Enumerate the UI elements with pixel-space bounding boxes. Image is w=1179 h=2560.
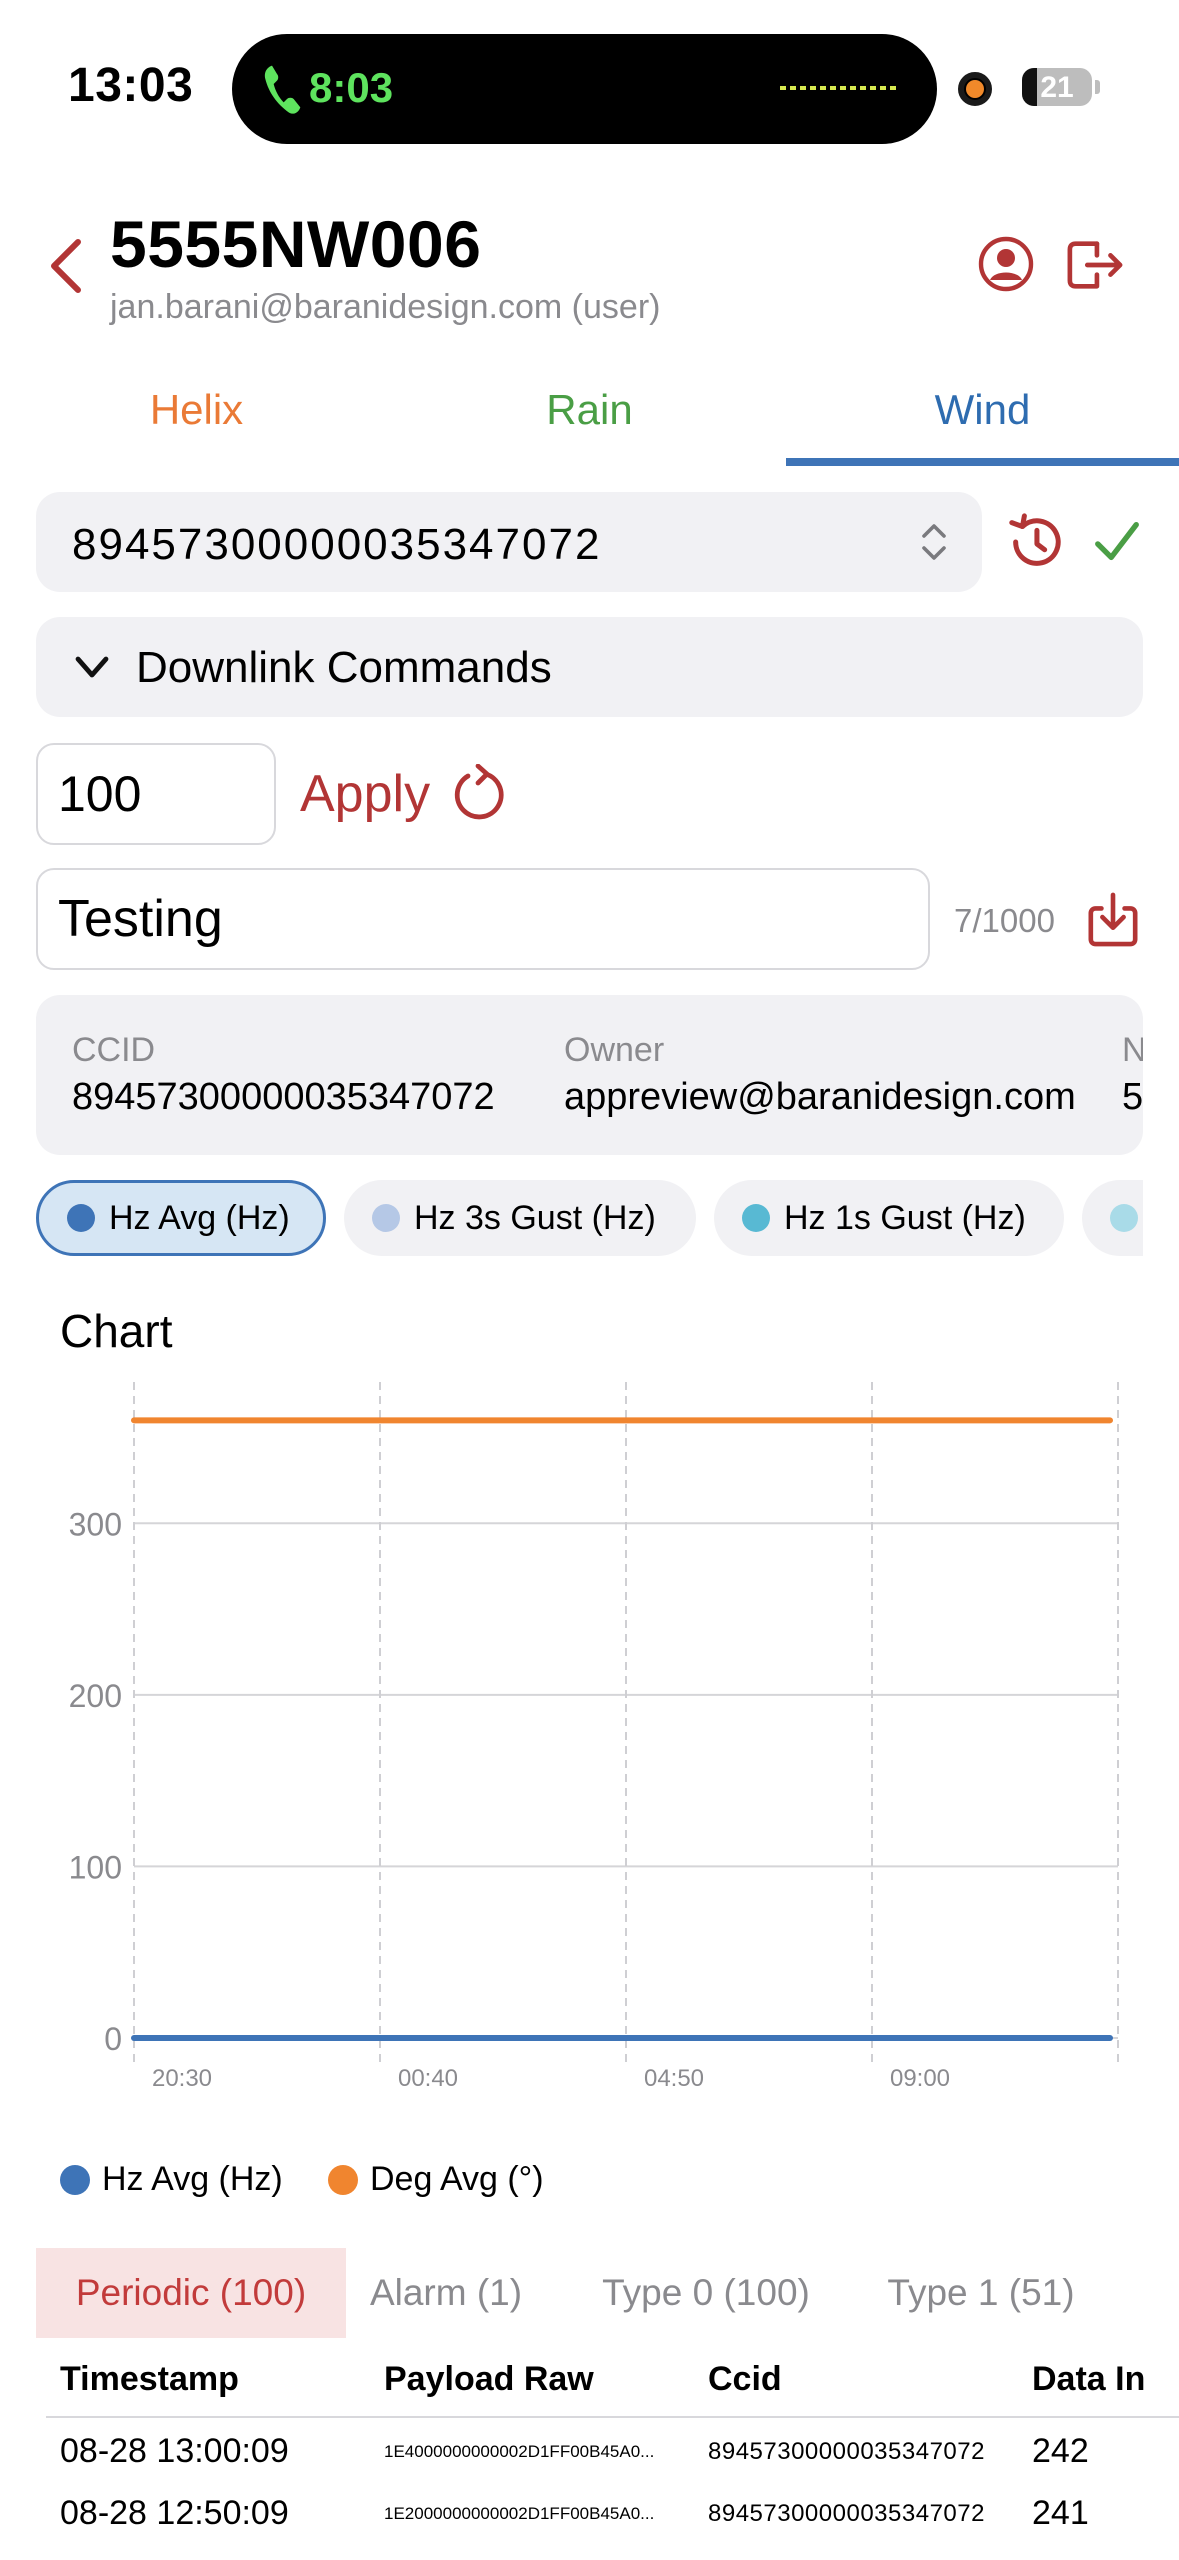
refresh-icon[interactable] — [450, 764, 506, 824]
cell-payload-raw: 1E2000000000002D1FF00B45A0... — [384, 2504, 655, 2523]
x-tick-label: 09:00 — [890, 2065, 950, 2092]
legend-item-hz-avg: Hz Avg (Hz) — [60, 2160, 283, 2199]
page-title: 5555NW006 — [110, 207, 482, 281]
tab-helix[interactable]: Helix — [0, 386, 393, 446]
cell-payload-raw: 1E4000000000002D1FF00B45A0... — [384, 2442, 655, 2461]
cell-ccid: 89457300000035347072 — [708, 2438, 985, 2465]
user-profile-icon[interactable] — [978, 236, 1034, 292]
cell-data-index: 242 — [1032, 2432, 1089, 2470]
camera-indicator-icon — [958, 72, 992, 106]
info-owner: Owner appreview@baranidesign.com — [564, 1031, 1076, 1119]
column-header-ccid[interactable]: Ccid — [708, 2360, 782, 2399]
history-icon[interactable] — [1006, 513, 1064, 571]
legend-item-deg-avg: Deg Avg (°) — [328, 2160, 544, 2199]
x-tick-label: 04:50 — [644, 2065, 704, 2092]
tab-wind[interactable]: Wind — [786, 386, 1179, 446]
y-tick-label: 300 — [69, 1506, 122, 1542]
payload-table: Timestamp Payload Raw Ccid Data In 08-28… — [36, 2360, 1179, 2560]
chip-hz-avg[interactable]: Hz Avg (Hz) — [36, 1180, 326, 1256]
tab-periodic[interactable]: Periodic (100) — [36, 2248, 346, 2338]
chart-title: Chart — [60, 1305, 173, 1357]
downlink-commands-label: Downlink Commands — [136, 643, 552, 692]
payload-type-tabs: Periodic (100) Alarm (1) Type 0 (100) Ty… — [36, 2248, 1179, 2338]
battery-level-text: 21 — [1040, 71, 1074, 104]
chip-more-series[interactable] — [1082, 1180, 1143, 1256]
series-chip-row: Hz Avg (Hz) Hz 3s Gust (Hz) Hz 1s Gust (… — [36, 1180, 1143, 1258]
call-duration: 8:03 — [309, 64, 394, 111]
cell-ccid: 89457300000035347072 — [708, 2500, 985, 2527]
user-subtitle: jan.barani@baranidesign.com (user) — [110, 288, 661, 326]
command-value-input[interactable] — [36, 743, 276, 845]
apply-button[interactable]: Apply — [300, 764, 430, 824]
table-header-divider — [46, 2416, 1179, 2418]
column-header-payload-raw[interactable]: Payload Raw — [384, 2360, 594, 2399]
tab-type-1[interactable]: Type 1 (51) — [856, 2248, 1106, 2338]
x-tick-label: 20:30 — [152, 2065, 212, 2092]
info-ccid: CCID 89457300000035347072 — [72, 1031, 495, 1119]
legend-label: Deg Avg (°) — [370, 2160, 544, 2198]
legend-color-dot — [60, 2164, 90, 2195]
phone-icon — [264, 65, 301, 114]
column-header-timestamp[interactable]: Timestamp — [60, 2360, 239, 2399]
sim-selector-value: 89457300000035347072 — [72, 520, 602, 569]
chip-hz-3s-gust[interactable]: Hz 3s Gust (Hz) — [344, 1180, 696, 1256]
legend-color-dot — [328, 2164, 358, 2195]
chip-label: Hz 1s Gust (Hz) — [784, 1198, 1026, 1237]
column-header-data-index[interactable]: Data In — [1032, 2360, 1145, 2399]
y-tick-label: 100 — [69, 1849, 122, 1885]
chip-hz-1s-gust[interactable]: Hz 1s Gust (Hz) — [714, 1180, 1064, 1256]
legend-label: Hz Avg (Hz) — [102, 2160, 283, 2198]
battery-nub — [1095, 80, 1100, 94]
tab-selected-indicator — [786, 458, 1179, 466]
tab-alarm[interactable]: Alarm (1) — [346, 2248, 546, 2338]
status-time: 13:03 — [68, 59, 194, 112]
info-owner-label: Owner — [564, 1031, 665, 1069]
chevron-down-icon — [75, 656, 109, 678]
x-tick-label: 00:40 — [398, 2065, 458, 2092]
chip-label: Hz 3s Gust (Hz) — [414, 1198, 656, 1237]
series-color-dot — [742, 1204, 770, 1232]
logout-icon[interactable] — [1064, 236, 1126, 294]
chevron-up-down-icon — [922, 524, 946, 560]
back-chevron-icon[interactable] — [46, 236, 86, 296]
info-extra-label: N — [1122, 1031, 1143, 1069]
download-icon[interactable] — [1086, 890, 1140, 950]
series-color-dot — [67, 1204, 95, 1232]
y-tick-label: 0 — [104, 2021, 122, 2057]
device-info-card: CCID 89457300000035347072 Owner apprevie… — [36, 995, 1143, 1155]
audio-waveform-icon — [780, 86, 898, 90]
series-color-dot — [372, 1204, 400, 1232]
character-count: 7/1000 — [954, 902, 1055, 939]
downlink-commands-toggle[interactable]: Downlink Commands — [36, 617, 1143, 717]
series-color-dot — [1110, 1204, 1138, 1232]
line-chart: 0 100 200 300 20:30 00:40 04:50 09:00 — [69, 1382, 1119, 2092]
info-extra-value: 5 — [1122, 1076, 1143, 1118]
info-owner-value: appreview@baranidesign.com — [564, 1076, 1076, 1118]
y-tick-label: 200 — [69, 1678, 122, 1714]
info-ccid-value: 89457300000035347072 — [72, 1076, 495, 1118]
tab-rain[interactable]: Rain — [393, 386, 786, 446]
chip-label: Hz Avg (Hz) — [109, 1198, 290, 1237]
info-extra: N 5 — [1122, 1031, 1143, 1119]
tab-type-0[interactable]: Type 0 (100) — [576, 2248, 836, 2338]
battery-icon: 21 — [1022, 68, 1092, 106]
info-ccid-label: CCID — [72, 1031, 156, 1069]
check-icon[interactable] — [1092, 516, 1142, 568]
cell-timestamp: 08-28 13:00:09 — [60, 2432, 289, 2470]
cell-data-index: 241 — [1032, 2494, 1089, 2532]
cell-timestamp: 08-28 12:50:09 — [60, 2494, 289, 2532]
note-input[interactable] — [36, 868, 930, 970]
sim-selector[interactable]: 89457300000035347072 — [36, 492, 982, 592]
